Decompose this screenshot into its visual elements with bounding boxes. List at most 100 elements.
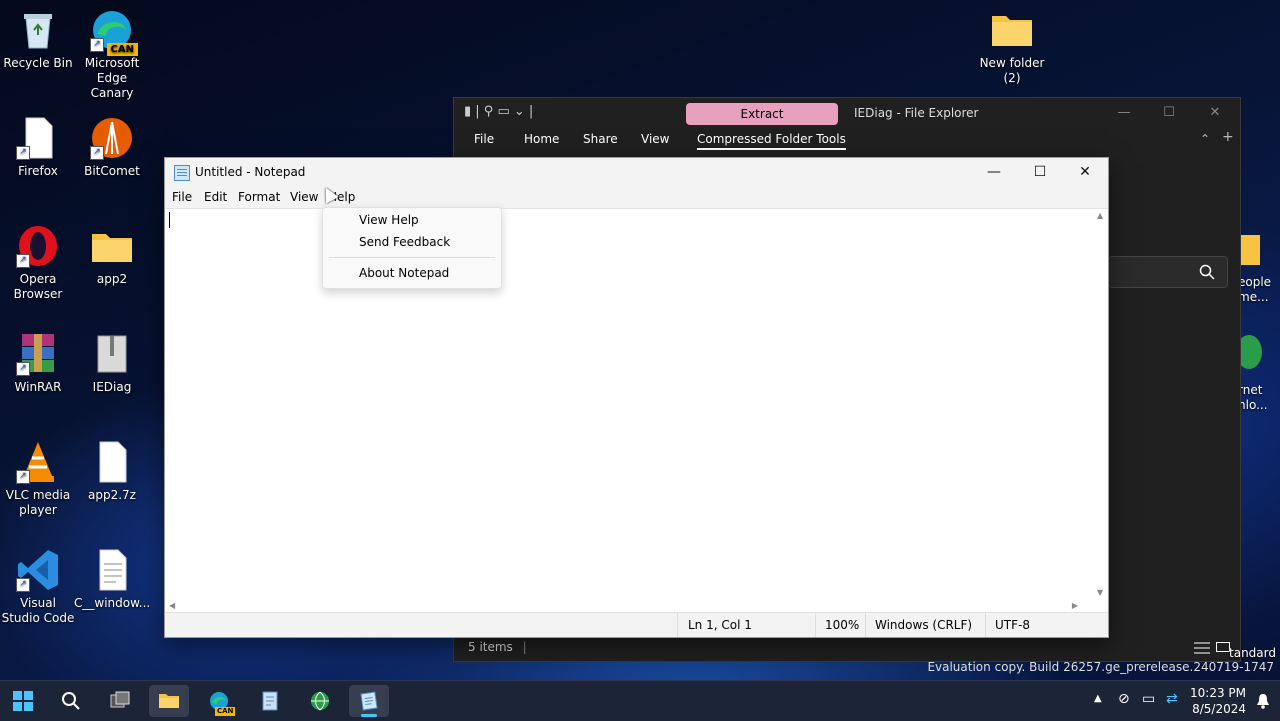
ribbon-add-icon[interactable]: + [1222,129,1234,145]
explorer-minimize-button[interactable]: — [1104,102,1144,124]
recycle-bin-icon [16,8,60,52]
desktop-icon-label: New folder (2) [979,56,1045,85]
shortcut-arrow-icon: ↗ [16,254,30,268]
partial-desktop-label: eople [1238,275,1272,289]
shortcut-arrow-icon: ↗ [90,146,104,160]
scroll-up-arrow-icon[interactable]: ▲ [1097,211,1103,220]
scroll-down-arrow-icon[interactable]: ▼ [1097,588,1103,597]
text-file-icon [90,548,134,592]
file-icon: ↗ [16,116,60,160]
notepad-text-area[interactable] [165,209,1093,599]
scroll-left-arrow-icon[interactable]: ◀ [169,601,175,610]
globe-icon [311,691,329,711]
quick-access-toolbar[interactable]: ▮ | ⚲ ▭ ⌄ | [464,104,533,119]
explorer-ribbon-tabs: File Home Share View Compressed Folder T… [454,128,1240,152]
partial-folder-icon[interactable] [1238,235,1260,265]
display-icon[interactable]: ▭ [1142,691,1155,707]
folder-icon [159,694,179,708]
desktop-icon-vscode[interactable]: ↗ Visual Studio Code [0,548,76,626]
notification-bell-icon[interactable] [1256,693,1270,709]
desktop-icon-recycle-bin[interactable]: Recycle Bin [0,8,76,71]
desktop-icon-new-folder[interactable]: New folder (2) [974,8,1050,86]
vlc-cone-icon: ↗ [16,440,60,484]
ribbon-collapse-icon[interactable]: ⌃ [1200,132,1210,146]
ribbon-tab-file[interactable]: File [474,132,494,146]
desktop-icon-c-windows[interactable]: C__window... [74,548,150,611]
menu-item-about-notepad[interactable]: About Notepad [359,266,449,280]
explorer-maximize-button[interactable]: ☐ [1149,102,1189,124]
desktop-icon-vlc[interactable]: ↗ VLC media player [0,440,76,518]
desktop-icon-label: WinRAR [14,380,62,394]
desktop-icon-label: Microsoft Edge Canary [84,56,140,100]
taskbar-app-generic[interactable] [250,685,290,717]
desktop-icon-bitcomet[interactable]: ↗ BitComet [74,116,150,179]
desktop-icon-app2[interactable]: app2 [74,224,150,287]
vertical-scrollbar[interactable]: ▲ ▼ [1094,209,1108,599]
notepad-maximize-button[interactable]: ☐ [1017,158,1063,186]
partial-desktop-label: me... [1238,290,1269,304]
large-icons-view-icon[interactable] [1216,642,1230,654]
taskbar-search-button[interactable] [51,685,91,717]
evaluation-watermark: Evaluation copy. Build 26257.ge_prerelea… [927,660,1274,674]
desktop-icon-firefox[interactable]: ↗ Firefox [0,116,76,179]
search-icon [62,692,80,710]
folder-icon [90,224,134,268]
desktop-icon-label: app2.7z [88,488,136,502]
notepad-titlebar[interactable]: Untitled - Notepad — ☐ ✕ [165,158,1108,186]
ribbon-tab-home[interactable]: Home [524,132,559,146]
file-icon [90,440,134,484]
ribbon-tab-compressed-folder-tools[interactable]: Compressed Folder Tools [697,132,846,150]
explorer-search-box[interactable] [1108,256,1228,288]
explorer-title: IEDiag - File Explorer [854,106,979,120]
scroll-right-arrow-icon[interactable]: ▶ [1072,601,1078,610]
desktop-icon-iediag[interactable]: IEDiag [74,332,150,395]
desktop-icon-label: Visual Studio Code [1,596,75,625]
task-view-button[interactable] [100,685,140,717]
shortcut-arrow-icon: ↗ [16,578,30,592]
taskbar-clock[interactable]: 10:23 PM 8/5/2024 [1190,685,1246,717]
bluetooth-icon[interactable]: ⇄ [1166,691,1178,707]
explorer-titlebar[interactable]: ▮ | ⚲ ▭ ⌄ | Extract IEDiag - File Explor… [454,98,1240,128]
canary-badge: CAN [106,43,138,56]
bitcomet-icon: ↗ [90,116,134,160]
start-button[interactable] [3,685,43,717]
notepad-title: Untitled - Notepad [195,165,306,179]
desktop-icon-winrar[interactable]: ↗ WinRAR [0,332,76,395]
menu-view[interactable]: View [290,190,318,204]
menu-item-view-help[interactable]: View Help [359,213,419,227]
search-icon [1199,264,1215,280]
ribbon-tab-share[interactable]: Share [583,132,618,146]
notepad-close-button[interactable]: ✕ [1062,158,1108,186]
desktop-icon-edge-canary[interactable]: CAN ↗ Microsoft Edge Canary [74,8,150,101]
taskbar-notepad[interactable] [349,685,389,717]
details-view-icon[interactable] [1194,642,1210,654]
notepad-window[interactable]: Untitled - Notepad — ☐ ✕ File Edit Forma… [164,157,1109,638]
desktop-icon-label: BitComet [84,164,140,178]
desktop-icon-label: VLC media player [5,488,71,517]
help-dropdown-menu: View Help Send Feedback About Notepad [322,207,502,289]
notepad-minimize-button[interactable]: — [971,158,1017,186]
extract-tab-button[interactable]: Extract [686,103,838,125]
menu-format[interactable]: Format [238,190,280,204]
horizontal-scrollbar[interactable]: ◀ ▶ [165,599,1094,613]
desktop-icon-app2-7z[interactable]: app2.7z [74,440,150,503]
taskbar-edge-canary[interactable]: CAN [199,685,239,717]
menu-edit[interactable]: Edit [204,190,227,204]
menu-file[interactable]: File [172,190,192,204]
notepad-icon [360,691,378,711]
menu-divider [329,257,495,258]
shortcut-arrow-icon: ↗ [16,470,30,484]
task-view-icon [110,691,130,708]
menu-item-send-feedback[interactable]: Send Feedback [359,235,450,249]
partial-desktop-label: tandard [1229,646,1276,660]
network-icon[interactable]: ⊘ [1118,691,1130,707]
partial-desktop-label: nlo... [1238,398,1268,412]
ribbon-tab-view[interactable]: View [641,132,669,146]
desktop-icon-opera[interactable]: ↗ Opera Browser [0,224,76,302]
tray-overflow-chevron-icon[interactable]: ▲ [1094,693,1102,704]
taskbar-globe-app[interactable] [300,685,340,717]
taskbar-file-explorer[interactable] [149,685,189,717]
clock-time: 10:23 PM [1190,686,1246,700]
notepad-statusbar: Ln 1, Col 1 100% Windows (CRLF) UTF-8 [165,612,1108,637]
explorer-close-button[interactable]: ✕ [1195,102,1235,124]
